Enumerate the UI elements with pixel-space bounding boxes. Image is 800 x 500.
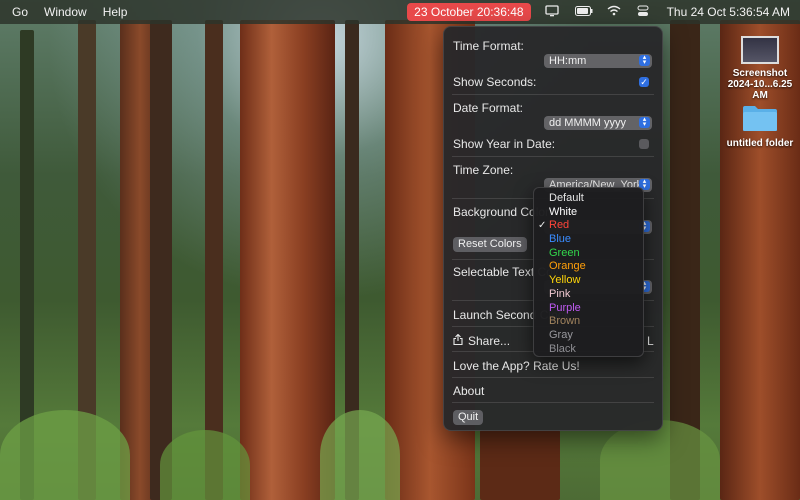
show-year-label: Show Year in Date: <box>453 137 556 151</box>
share-icon <box>453 333 465 348</box>
tree-trunk <box>240 20 335 500</box>
color-option-pink[interactable]: Pink <box>534 288 643 302</box>
second-clock-badge[interactable]: 23 October 20:36:48 <box>407 3 531 21</box>
menu-window[interactable]: Window <box>44 5 87 19</box>
color-option-label: Red <box>549 219 570 232</box>
fern <box>0 410 130 500</box>
color-option-label: Brown <box>549 315 581 328</box>
menu-help[interactable]: Help <box>103 5 128 19</box>
desktop-untitled-folder[interactable]: untitled folder <box>722 104 798 149</box>
tree-trunk <box>205 20 223 500</box>
tree-trunk <box>480 430 560 500</box>
fern <box>160 430 250 500</box>
menu-bar: Go Window Help 23 October 20:36:48 Thu 2… <box>0 0 800 24</box>
color-option-label: Black <box>549 342 576 355</box>
time-format-select[interactable]: HH:mm ▴ ▾ <box>544 54 652 68</box>
color-option-label: Blue <box>549 233 572 246</box>
share-label: Share... <box>468 334 511 348</box>
color-option-label: Gray <box>549 328 573 341</box>
show-seconds-checkbox[interactable]: ✓ <box>639 77 649 87</box>
color-option-label: Yellow <box>549 274 581 287</box>
separator <box>452 156 654 157</box>
color-option-label: Green <box>549 246 580 259</box>
quit-button[interactable]: Quit <box>453 410 484 425</box>
color-option-red[interactable]: ✓ Red <box>534 219 643 233</box>
color-options-menu: Default White ✓ Red Blue Green Orange Yellow Pin… <box>533 187 644 357</box>
color-option-brown[interactable]: Brown <box>534 315 643 329</box>
show-year-checkbox[interactable] <box>639 139 649 149</box>
color-option-green[interactable]: Green <box>534 247 643 261</box>
separator <box>452 402 654 403</box>
share-item[interactable]: Share... <box>453 333 511 348</box>
chevron-up-down-icon: ▴ ▾ <box>639 116 650 128</box>
checkmark-icon: ✓ <box>640 77 648 87</box>
folder-label: untitled folder <box>726 138 794 149</box>
screenshot-label-line1: Screenshot <box>732 68 788 79</box>
desktop-wallpaper <box>0 0 800 500</box>
color-option-blue[interactable]: Blue <box>534 233 643 247</box>
color-option-default[interactable]: Default <box>534 192 643 206</box>
tree-trunk <box>150 20 172 500</box>
checkmark-icon: ✓ <box>538 220 547 232</box>
battery-icon[interactable] <box>574 5 593 19</box>
control-center-icon[interactable] <box>637 5 653 19</box>
color-option-label: Default <box>549 192 584 204</box>
date-format-select[interactable]: dd MMMM yyyy ▴ ▾ <box>544 116 652 130</box>
color-option-white[interactable]: White <box>534 206 643 220</box>
date-format-label: Date Format: <box>453 101 524 115</box>
folder-icon <box>742 104 778 132</box>
screenshot-label-line2: 2024-10...6.25 AM <box>727 79 793 101</box>
display-icon[interactable] <box>544 5 561 19</box>
about-item[interactable]: About <box>453 384 484 398</box>
color-option-label: Orange <box>549 260 586 273</box>
time-format-label: Time Format: <box>453 39 524 53</box>
color-option-label: White <box>549 205 578 218</box>
separator <box>452 377 654 378</box>
reset-colors-button[interactable]: Reset Colors <box>453 237 527 252</box>
date-format-value: dd MMMM yyyy <box>549 117 626 129</box>
share-shortcut: L <box>647 334 654 348</box>
fern <box>320 410 400 500</box>
fern <box>600 420 720 500</box>
color-option-orange[interactable]: Orange <box>534 260 643 274</box>
rate-app-item[interactable]: Love the App? Rate Us! <box>453 359 580 373</box>
color-option-black[interactable]: Black <box>534 343 643 357</box>
desktop-screenshot-file[interactable]: Screenshot 2024-10...6.25 AM <box>722 36 798 101</box>
color-option-label: Purple <box>549 301 581 314</box>
separator <box>452 94 654 95</box>
time-format-value: HH:mm <box>549 55 587 67</box>
color-option-label: Pink <box>549 287 571 300</box>
show-seconds-label: Show Seconds: <box>453 75 537 89</box>
color-option-gray[interactable]: Gray <box>534 329 643 343</box>
menu-go[interactable]: Go <box>12 5 28 19</box>
color-option-yellow[interactable]: Yellow <box>534 274 643 288</box>
menubar-date-time[interactable]: Thu 24 Oct 5:36:54 AM <box>667 5 790 19</box>
wifi-icon[interactable] <box>607 5 623 19</box>
time-zone-label: Time Zone: <box>453 163 514 177</box>
chevron-up-down-icon: ▴ ▾ <box>639 54 650 66</box>
color-option-purple[interactable]: Purple <box>534 302 643 316</box>
screenshot-thumbnail-icon <box>741 36 779 64</box>
